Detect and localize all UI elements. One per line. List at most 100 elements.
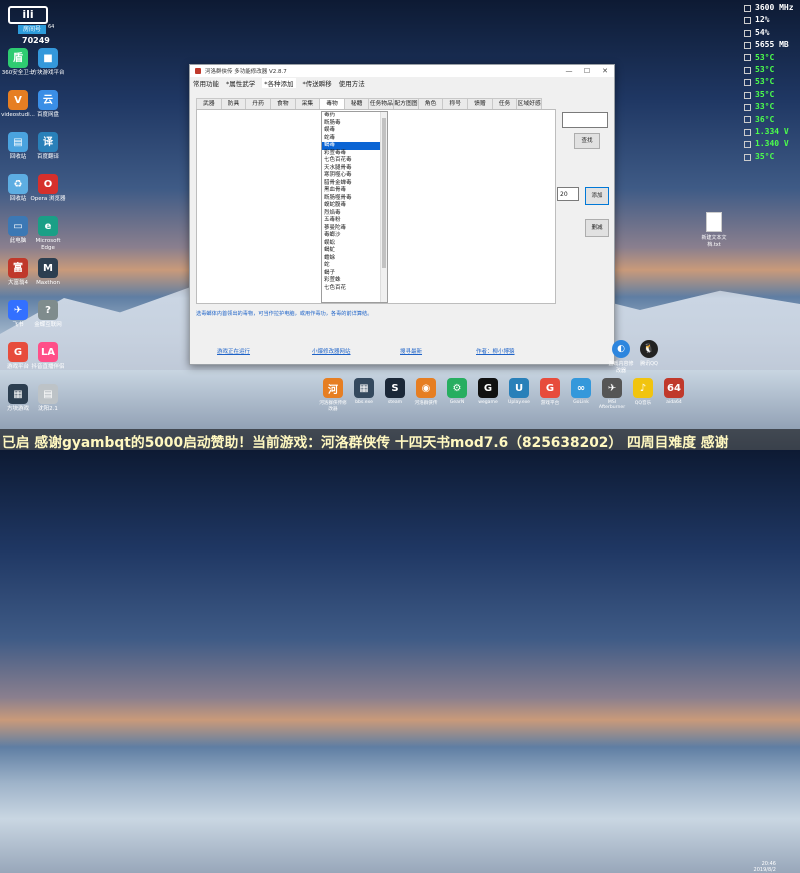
list-item[interactable]: 七色百花 xyxy=(322,285,387,293)
add-button[interactable]: 添加 xyxy=(585,187,609,205)
folder-icon: ▤ xyxy=(8,132,28,152)
category-tab[interactable]: 角色 xyxy=(417,98,444,109)
list-item[interactable]: 蛇 xyxy=(322,262,387,270)
modifier-window[interactable]: 河洛群侠传 多功能修改器 V2.8.7 — ☐ ✕ 常用功能 *属性武学 *各种… xyxy=(189,64,615,365)
category-tab[interactable]: 防具 xyxy=(220,98,247,109)
msi-icon: ✈ xyxy=(602,378,622,398)
list-item[interactable]: 黑血骨毒 xyxy=(322,187,387,195)
game-running-link[interactable]: 游戏正在运行 xyxy=(217,347,250,355)
quantity-input[interactable]: 20 xyxy=(557,187,579,201)
desktop-file[interactable]: 新建文本文档.txt xyxy=(700,212,728,248)
search-input[interactable] xyxy=(562,112,608,128)
tray-shortcut[interactable]: 🐧 腾讯QQ xyxy=(636,340,662,367)
delete-button[interactable]: 删减 xyxy=(585,219,609,237)
desktop-icon[interactable]: LA 抖音直播伴侣 xyxy=(28,342,68,371)
list-item[interactable]: 毒药 xyxy=(322,112,387,120)
category-tab[interactable]: 任务物品 xyxy=(368,98,395,109)
desktop-icon[interactable]: O Opera 浏览器 xyxy=(28,174,68,203)
list-item[interactable]: 彩萱毒毒 xyxy=(322,150,387,158)
hud-row: 1.334 V xyxy=(744,126,800,138)
category-tab[interactable]: 丹药 xyxy=(245,98,271,109)
app-dock: 河河洛群侠传修改器 ▦ bbs.exe Ssteam ◉ 河洛群侠传 ⚙ GearN Gwega… xyxy=(318,378,690,414)
find-button[interactable]: 查找 xyxy=(574,133,600,149)
gear-icon: ⚙ xyxy=(447,378,467,398)
hud-bullet xyxy=(744,41,751,49)
steam-icon: S xyxy=(385,378,405,398)
category-tab[interactable]: 采集 xyxy=(294,98,321,109)
dock-item[interactable]: ◉ 河洛群侠传 xyxy=(411,378,441,414)
list-item[interactable]: 蜈蚣 xyxy=(322,240,387,248)
dock-item[interactable]: ∞ GoLink xyxy=(566,378,596,414)
category-tab[interactable]: 称号 xyxy=(442,98,469,109)
category-tab[interactable]: 馈赠 xyxy=(467,98,493,109)
fox-icon: ◉ xyxy=(416,378,436,398)
list-item[interactable]: 烈焰毒 xyxy=(322,210,387,218)
list-item[interactable]: 蝎毒 xyxy=(322,142,387,150)
tab-usage[interactable]: 使用方法 xyxy=(339,78,365,88)
dock-item[interactable]: Ssteam xyxy=(380,378,410,414)
list-scrollbar[interactable] xyxy=(380,112,387,302)
list-item[interactable]: 断肠毒 xyxy=(322,120,387,128)
text-file-icon xyxy=(706,212,722,232)
tab-attributes[interactable]: *属性武学 xyxy=(226,78,255,88)
author-link[interactable]: 作者：柳小博猿 xyxy=(476,347,515,355)
list-item[interactable]: 七色百花毒 xyxy=(322,157,387,165)
desktop-icon[interactable]: e Microsoft Edge xyxy=(28,216,68,252)
dock-item[interactable]: ✈ MSI Afterburner xyxy=(597,378,627,414)
dock-item-label: GearN xyxy=(449,400,465,405)
dock-item-label: QQ音乐 xyxy=(634,401,652,406)
website-link[interactable]: 小爆修改器网站 xyxy=(312,347,351,355)
category-tab[interactable]: 食物 xyxy=(269,98,296,109)
list-item[interactable]: 彩萱蛛 xyxy=(322,277,387,285)
desktop-icon[interactable]: 云百度网盘 xyxy=(28,90,68,119)
dock-item[interactable]: ▦ bbs.exe xyxy=(349,378,379,414)
desktop-icon[interactable]: M Maxthon xyxy=(28,258,68,287)
desktop-icon[interactable]: 译百度翻译 xyxy=(28,132,68,161)
tab-common[interactable]: 常用功能 xyxy=(193,78,219,88)
close-button[interactable]: ✕ xyxy=(596,67,614,75)
dock-item[interactable]: U Uplay.exe xyxy=(504,378,534,414)
list-item[interactable]: 蜈毒 xyxy=(322,127,387,135)
hud-row: 33°C xyxy=(744,101,800,113)
window-titlebar[interactable]: 河洛群侠传 多功能修改器 V2.8.7 — ☐ ✕ xyxy=(190,65,614,77)
list-item[interactable]: 蟾蜍 xyxy=(322,255,387,263)
tray-shortcut[interactable]: ◐ 游戏内容修改器 xyxy=(608,340,634,374)
list-item[interactable]: 腊骨金蝉毒 xyxy=(322,180,387,188)
category-tab[interactable]: 毒物 xyxy=(319,98,345,109)
dock-item-label: GoLink xyxy=(573,400,589,405)
list-item[interactable]: 蝮蛇腹毒 xyxy=(322,202,387,210)
category-tab[interactable]: 配方图图 xyxy=(393,98,419,109)
desktop-icon[interactable]: ? 金蝶互联网 xyxy=(28,300,68,329)
dock-item[interactable]: 河河洛群侠传修改器 xyxy=(318,378,348,414)
dock-item[interactable]: ♪ QQ音乐 xyxy=(628,378,658,414)
dock-item[interactable]: ⚙ GearN xyxy=(442,378,472,414)
category-tab[interactable]: 武器 xyxy=(196,98,222,109)
list-item[interactable]: 天水腿骨毒 xyxy=(322,165,387,173)
update-link[interactable]: 搜寻最新 xyxy=(400,347,422,355)
tab-add-items[interactable]: *各种添加 xyxy=(262,78,296,88)
desktop-icon-label: 百度网盘 xyxy=(36,112,59,118)
music-icon: ♪ xyxy=(633,378,653,398)
list-item[interactable]: 断肠噬骨毒 xyxy=(322,195,387,203)
list-item[interactable]: 毒螂沙 xyxy=(322,232,387,240)
dock-item[interactable]: Gwegame xyxy=(473,378,503,414)
category-tab[interactable]: 任务 xyxy=(491,98,518,109)
list-item[interactable]: 蛇毒 xyxy=(322,135,387,143)
dock-item[interactable]: 64 aida64 xyxy=(659,378,689,414)
tab-teleport[interactable]: *传送瞬移 xyxy=(303,78,332,88)
list-item[interactable]: 蝎虻 xyxy=(322,247,387,255)
category-tab[interactable]: 秘籍 xyxy=(343,98,370,109)
maximize-button[interactable]: ☐ xyxy=(578,67,596,75)
hud-row: 53°C xyxy=(744,52,800,64)
minimize-button[interactable]: — xyxy=(560,67,578,75)
dock-item[interactable]: G 游戏平台 xyxy=(535,378,565,414)
list-item[interactable]: 五毒粉 xyxy=(322,217,387,225)
desktop-icon[interactable]: ■ 方块游戏平台 xyxy=(28,48,68,77)
list-item[interactable]: 寒阴噬心毒 xyxy=(322,172,387,180)
desktop-icon[interactable]: ▤ 沈阳2.1 xyxy=(28,384,68,413)
list-item[interactable]: 蝎子 xyxy=(322,270,387,278)
list-item[interactable]: 蔘曼陀毒 xyxy=(322,225,387,233)
item-list[interactable]: 毒药 断肠毒 蜈毒 蛇毒 蝎毒 彩萱毒毒 七色百花毒 天水腿骨毒 寒阴噬心毒 腊骨金蝉毒 黑血骨毒断… xyxy=(321,111,388,303)
bili-logo: ili xyxy=(8,6,48,24)
category-tab[interactable]: 区域好感 xyxy=(516,98,542,109)
